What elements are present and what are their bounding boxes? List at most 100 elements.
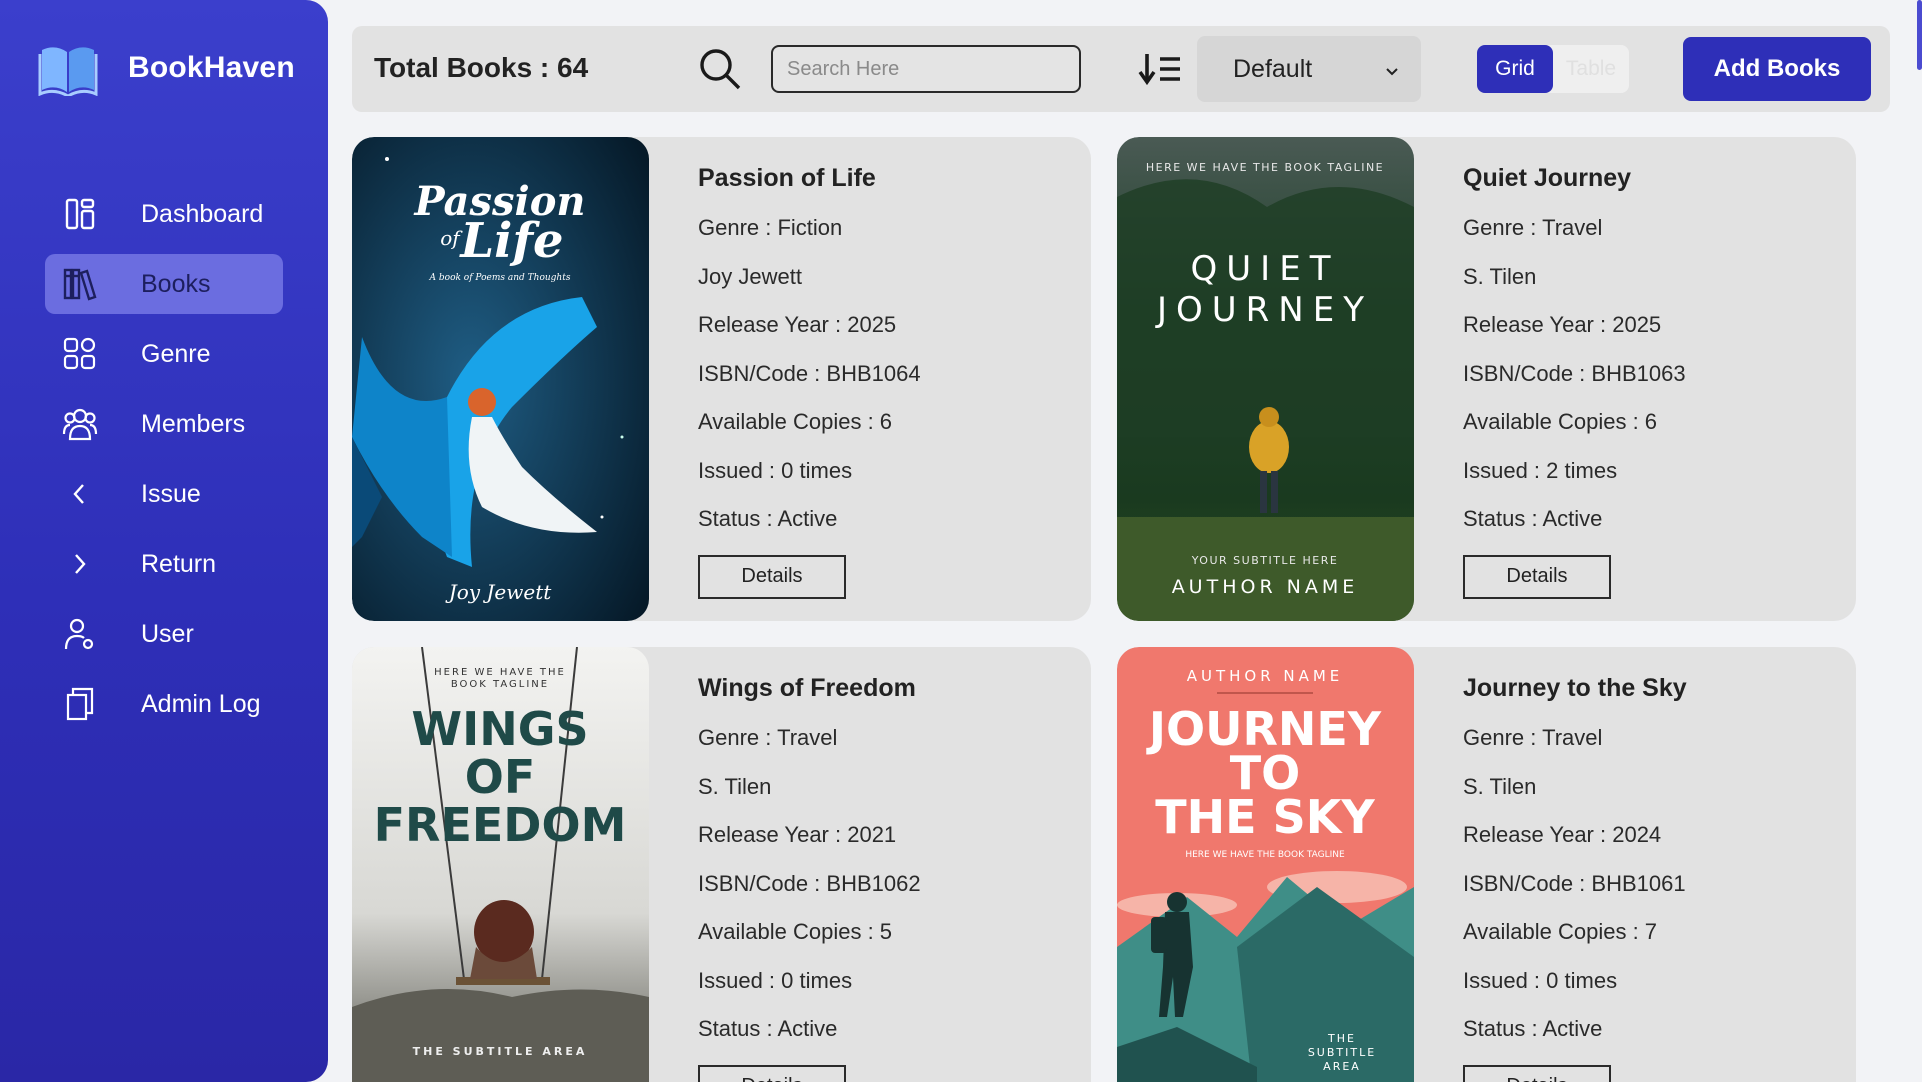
svg-text:THE SKY: THE SKY bbox=[1155, 790, 1375, 844]
book-cover-image[interactable]: AUTHOR NAME JOURNEY TO THE SKY HERE WE H… bbox=[1117, 647, 1414, 1082]
chevron-right-icon bbox=[45, 546, 115, 582]
brand[interactable]: BookHaven bbox=[38, 40, 295, 98]
add-books-button[interactable]: Add Books bbox=[1683, 37, 1871, 101]
svg-text:AUTHOR NAME: AUTHOR NAME bbox=[1172, 576, 1359, 598]
svg-text:A book of Poems and Thoughts: A book of Poems and Thoughts bbox=[429, 273, 571, 283]
book-author: S. Tilen bbox=[1463, 773, 1537, 799]
search-icon[interactable] bbox=[697, 46, 743, 92]
book-cover-image[interactable]: HERE WE HAVE THE BOOK TAGLINE QUIET JOUR… bbox=[1117, 137, 1414, 621]
sidebar-item-label: Admin Log bbox=[141, 689, 261, 718]
svg-text:JOURNEY: JOURNEY bbox=[1155, 290, 1373, 330]
book-status: Status : Active bbox=[698, 1016, 838, 1041]
book-genre: Genre : Travel bbox=[1463, 215, 1603, 240]
sidebar-item-issue[interactable]: Issue bbox=[45, 464, 283, 524]
book-info: Quiet Journey Genre : Travel S. Tilen Re… bbox=[1463, 161, 1686, 599]
sort-descending-icon[interactable] bbox=[1138, 52, 1184, 86]
book-genre: Genre : Travel bbox=[1463, 725, 1603, 750]
book-status: Status : Active bbox=[698, 506, 838, 531]
book-isbn: ISBN/Code : BHB1063 bbox=[1463, 360, 1686, 386]
scrollbar[interactable] bbox=[1917, 0, 1922, 70]
sidebar-item-label: User bbox=[141, 619, 194, 648]
book-issued-count: Issued : 0 times bbox=[698, 457, 853, 483]
book-info: Wings of Freedom Genre : Travel S. Tilen… bbox=[698, 671, 921, 1082]
book-status: Status : Active bbox=[1463, 1016, 1603, 1041]
book-release-year: Release Year : 2024 bbox=[1463, 822, 1662, 847]
sidebar-item-dashboard[interactable]: Dashboard bbox=[45, 184, 283, 244]
total-books-count: Total Books : 64 bbox=[374, 52, 589, 83]
svg-text:THE: THE bbox=[1327, 1032, 1356, 1045]
book-title: Journey to the Sky bbox=[1463, 674, 1687, 702]
sidebar-item-books[interactable]: Books bbox=[45, 254, 283, 314]
book-cover-image[interactable]: HERE WE HAVE THE BOOK TAGLINE WINGS OF F… bbox=[352, 647, 649, 1082]
sidebar-item-label: Dashboard bbox=[141, 199, 264, 228]
book-genre: Genre : Fiction bbox=[698, 215, 843, 240]
toolbar: Total Books : 64 Default Grid Table Add … bbox=[352, 26, 1890, 112]
svg-text:WINGS: WINGS bbox=[411, 702, 588, 756]
book-issued-count: Issued : 0 times bbox=[698, 967, 853, 993]
book-available-copies: Available Copies : 6 bbox=[1463, 409, 1658, 434]
svg-text:BOOK TAGLINE: BOOK TAGLINE bbox=[451, 679, 549, 690]
user-icon bbox=[45, 616, 115, 652]
sort-select[interactable]: Default bbox=[1197, 36, 1421, 102]
book-genre: Genre : Travel bbox=[698, 725, 838, 750]
sidebar: BookHaven Dashboard Books Genre Members … bbox=[0, 0, 328, 1082]
book-cover-image[interactable]: Passion of Life A book of Poems and Thou… bbox=[352, 137, 649, 621]
book-available-copies: Available Copies : 7 bbox=[1463, 919, 1658, 944]
sidebar-item-label: Return bbox=[141, 549, 217, 578]
book-available-copies: Available Copies : 5 bbox=[698, 919, 893, 944]
details-button[interactable]: Details bbox=[1463, 554, 1611, 599]
view-grid-button[interactable]: Grid bbox=[1477, 45, 1553, 93]
book-card: HERE WE HAVE THE BOOK TAGLINE QUIET JOUR… bbox=[1117, 137, 1856, 621]
view-table-button[interactable]: Table bbox=[1553, 45, 1629, 93]
open-book-icon bbox=[38, 40, 98, 98]
sidebar-item-return[interactable]: Return bbox=[45, 534, 283, 594]
details-button[interactable]: Details bbox=[698, 554, 846, 599]
svg-text:HERE WE HAVE THE BOOK TAGLINE: HERE WE HAVE THE BOOK TAGLINE bbox=[1185, 850, 1345, 860]
book-isbn: ISBN/Code : BHB1064 bbox=[698, 360, 921, 386]
svg-text:HERE WE HAVE THE: HERE WE HAVE THE bbox=[434, 667, 566, 678]
dashboard-icon bbox=[45, 196, 115, 232]
svg-text:YOUR SUBTITLE HERE: YOUR SUBTITLE HERE bbox=[1191, 554, 1339, 567]
sidebar-item-admin-log[interactable]: Admin Log bbox=[45, 674, 283, 734]
view-toggle: Grid Table bbox=[1477, 45, 1629, 93]
book-isbn: ISBN/Code : BHB1062 bbox=[698, 870, 921, 896]
chevron-down-icon bbox=[1385, 55, 1399, 84]
book-title: Passion of Life bbox=[698, 164, 876, 192]
sidebar-item-label: Members bbox=[141, 409, 246, 438]
svg-text:OF: OF bbox=[465, 750, 536, 804]
svg-text:Life: Life bbox=[458, 213, 563, 269]
search-input[interactable] bbox=[771, 45, 1081, 93]
svg-text:THE SUBTITLE AREA: THE SUBTITLE AREA bbox=[413, 1045, 588, 1058]
books-icon bbox=[45, 266, 115, 302]
details-button[interactable]: Details bbox=[698, 1064, 846, 1082]
svg-text:Joy Jewett: Joy Jewett bbox=[445, 580, 553, 604]
svg-text:HERE WE HAVE THE BOOK TAGLINE: HERE WE HAVE THE BOOK TAGLINE bbox=[1146, 161, 1384, 174]
book-isbn: ISBN/Code : BHB1061 bbox=[1463, 870, 1686, 896]
book-info: Journey to the Sky Genre : Travel S. Til… bbox=[1463, 671, 1687, 1082]
book-available-copies: Available Copies : 6 bbox=[698, 409, 893, 434]
sidebar-nav: Dashboard Books Genre Members Issue Retu… bbox=[45, 198, 283, 744]
book-status: Status : Active bbox=[1463, 506, 1603, 531]
sidebar-item-user[interactable]: User bbox=[45, 604, 283, 664]
book-release-year: Release Year : 2025 bbox=[698, 312, 897, 337]
book-author: S. Tilen bbox=[698, 773, 772, 799]
chevron-left-icon bbox=[45, 476, 115, 512]
grid-icon bbox=[45, 336, 115, 372]
book-issued-count: Issued : 2 times bbox=[1463, 457, 1618, 483]
sidebar-item-label: Books bbox=[141, 269, 211, 298]
book-card: Passion of Life A book of Poems and Thou… bbox=[352, 137, 1091, 621]
sidebar-item-members[interactable]: Members bbox=[45, 394, 283, 454]
book-info: Passion of Life Genre : Fiction Joy Jewe… bbox=[698, 161, 921, 599]
sidebar-item-genre[interactable]: Genre bbox=[45, 324, 283, 384]
brand-name: BookHaven bbox=[128, 51, 295, 84]
members-icon bbox=[45, 406, 115, 442]
book-card: AUTHOR NAME JOURNEY TO THE SKY HERE WE H… bbox=[1117, 647, 1856, 1082]
sidebar-item-label: Genre bbox=[141, 339, 211, 368]
book-author: S. Tilen bbox=[1463, 263, 1537, 289]
book-author: Joy Jewett bbox=[698, 263, 802, 289]
svg-text:SUBTITLE: SUBTITLE bbox=[1308, 1046, 1376, 1059]
sort-select-value: Default bbox=[1233, 54, 1313, 83]
book-title: Wings of Freedom bbox=[698, 674, 916, 702]
copy-icon bbox=[45, 686, 115, 722]
details-button[interactable]: Details bbox=[1463, 1064, 1611, 1082]
